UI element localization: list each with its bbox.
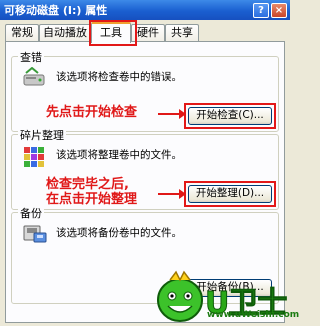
error-check-group: 查错 该选项将检查卷中的错误。 开始检查(C)... 先点击开始检查	[11, 49, 279, 132]
tab-sharing[interactable]: 共享	[165, 24, 199, 41]
watermark-url: www.uWeishi.com	[207, 310, 300, 320]
disk-check-icon	[23, 67, 45, 86]
annotation-step2-line1: 检查完毕之后,	[46, 177, 129, 192]
check-button-highlight-box	[184, 103, 276, 129]
error-check-title: 查错	[18, 49, 44, 65]
window-title: 可移动磁盘 (I:) 属性	[4, 4, 108, 17]
smiley-logo-icon	[157, 270, 203, 322]
title-bar: 可移动磁盘 (I:) 属性 ? ×	[0, 0, 290, 20]
defrag-title: 碎片整理	[18, 127, 66, 143]
annotation-step2-line2: 在点击开始整理	[46, 192, 138, 207]
uweishi-watermark: U卫士 www.uWeishi.com	[150, 268, 299, 326]
tab-highlight-box	[89, 20, 137, 46]
backup-title: 备份	[18, 205, 44, 221]
annotation-arrow-2	[158, 189, 186, 199]
error-check-description: 该选项将检查卷中的错误。	[56, 71, 182, 83]
defrag-group: 碎片整理 该选项将整理卷中的文件。 开始整理(D)... 检查完毕之后, 在点击…	[11, 127, 279, 210]
annotation-step1: 先点击开始检查	[46, 105, 138, 120]
defrag-description: 该选项将整理卷中的文件。	[56, 149, 182, 161]
close-button[interactable]: ×	[271, 2, 287, 18]
defrag-button-highlight-box	[184, 181, 276, 207]
tab-autoplay[interactable]: 自动播放	[39, 24, 91, 41]
backup-icon	[23, 225, 47, 243]
backup-description: 该选项将备份卷中的文件。	[56, 227, 182, 239]
defrag-icon	[24, 147, 44, 167]
tab-general[interactable]: 常规	[5, 24, 39, 41]
tab-strip: 常规 自动播放 工具 硬件 共享	[5, 22, 285, 43]
annotation-arrow-1	[158, 109, 186, 119]
help-button[interactable]: ?	[253, 2, 269, 18]
